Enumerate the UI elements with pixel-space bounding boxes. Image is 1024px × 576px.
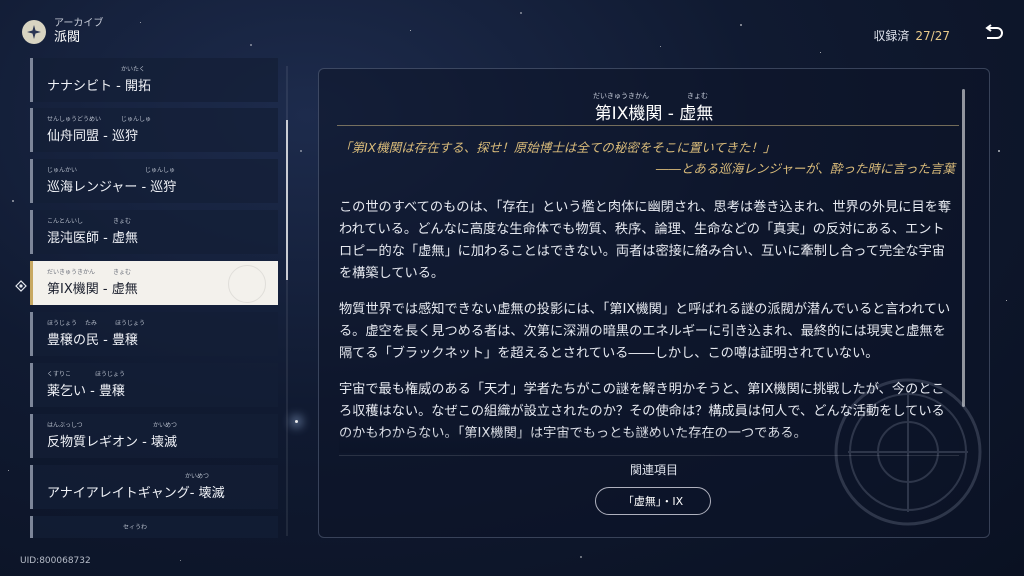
back-button[interactable] xyxy=(982,24,1004,44)
page-title: 派閥 xyxy=(54,30,81,45)
ruby-annotation: きょむ xyxy=(113,218,132,225)
list-item-label: 仙舟同盟 - 巡狩 xyxy=(47,129,138,144)
collected-count: 27/27 xyxy=(915,29,950,43)
list-item-label: 第IX機関 - 虚無 xyxy=(47,282,138,297)
list-item[interactable]: かいめつ アナイアレイトギャング- 壊滅 xyxy=(30,465,278,509)
detail-title: 第IX機関 - 虚無 xyxy=(594,104,714,124)
collected-label: 収録済 xyxy=(873,29,910,43)
breadcrumb: アーカイブ xyxy=(54,18,104,29)
related-item-button[interactable]: 「虚無」・IX xyxy=(595,487,711,515)
list-item[interactable]: せんしゅうどうめい じゅんしゅ 仙舟同盟 - 巡狩 xyxy=(30,108,278,152)
list-item-label: ナナシビト - 開拓 xyxy=(47,79,151,94)
list-item[interactable]: セィうわ xyxy=(30,516,278,538)
paragraph: 物質世界では感知できない虚無の投影には、「第IX機関」と呼ばれる謎の派閥が潜んで… xyxy=(339,302,951,361)
list-item-label: 巡海レンジャー - 巡狩 xyxy=(47,180,177,195)
ruby-annotation: だいきゅうきかん xyxy=(47,269,96,276)
ruby-annotation: じゅんかい xyxy=(47,167,78,174)
ruby-annotation: こんとんいし xyxy=(47,218,84,225)
ruby-annotation: かいたく xyxy=(121,66,146,73)
ruby-annotation: かいめつ xyxy=(185,473,210,480)
ruby-annotation: ほうじょう xyxy=(115,320,146,327)
list-item-label: 混沌医師 - 虚無 xyxy=(47,231,138,246)
list-item-label: 反物質レギオン - 壊滅 xyxy=(47,435,177,450)
ruby-annotation: じゅんしゅ xyxy=(145,167,176,174)
list-scrollbar-thumb[interactable] xyxy=(286,120,288,280)
list-item[interactable]: かいたく ナナシビト - 開拓 xyxy=(30,58,278,102)
list-item-label: 薬乞い - 豊穣 xyxy=(47,384,125,399)
list-item[interactable]: くすりこ ほうじょう 薬乞い - 豊穣 xyxy=(30,363,278,407)
list-item-label: アナイアレイトギャング- 壊滅 xyxy=(47,486,225,501)
list-item[interactable]: はんぶっしつ かいめつ 反物質レギオン - 壊滅 xyxy=(30,414,278,458)
selection-pointer-icon xyxy=(14,278,28,292)
list-item[interactable]: ほうじょう たみ ほうじょう 豊穣の民 - 豊穣 xyxy=(30,312,278,356)
faction-list: かいたく ナナシビト - 開拓 せんしゅうどうめい じゅんしゅ 仙舟同盟 - 巡… xyxy=(30,58,280,538)
list-item-selected[interactable]: だいきゅうきかん きょむ 第IX機関 - 虚無 xyxy=(30,261,278,305)
ruby-annotation: かいめつ xyxy=(153,422,178,429)
title-divider xyxy=(337,125,959,126)
paragraph: この世のすべてのものは、「存在」という檻と肉体に幽閉され、思考は巻き込まれ、世界… xyxy=(339,200,952,281)
list-item-label: 豊穣の民 - 豊穣 xyxy=(47,333,138,348)
faction-emblem-icon xyxy=(228,265,266,303)
list-item[interactable]: じゅんかい じゅんしゅ 巡海レンジャー - 巡狩 xyxy=(30,159,278,203)
ruby-annotation: たみ xyxy=(85,320,98,327)
epigraph-attribution: ――とある巡海レンジャーが、酔った時に言った言葉 xyxy=(655,161,955,176)
archive-compass-icon xyxy=(22,20,46,44)
ruby-annotation: セィうわ xyxy=(123,524,148,531)
detail-scrollbar[interactable] xyxy=(962,89,965,407)
ruby-annotation: せんしゅうどうめい xyxy=(47,116,102,123)
ruby-annotation: ほうじょう xyxy=(95,371,126,378)
faction-emblem-watermark-icon xyxy=(834,378,982,526)
collection-counter: 収録済 27/27 xyxy=(873,27,950,44)
list-item[interactable]: こんとんいし きょむ 混沌医師 - 虚無 xyxy=(30,210,278,254)
page-header: アーカイブ 派閥 xyxy=(22,18,103,46)
ruby-annotation: きょむ xyxy=(113,269,132,276)
ruby-annotation: くすりこ xyxy=(47,371,72,378)
user-id: UID:800068732 xyxy=(20,556,91,566)
return-arrow-icon xyxy=(985,24,1003,39)
ruby-annotation: はんぶっしつ xyxy=(47,422,83,429)
ruby-annotation: じゅんしゅ xyxy=(121,116,152,123)
epigraph-quote: 「第IX機関は存在する、探せ！原始博士は全ての秘密をそこに置いてきた！」 xyxy=(339,140,776,155)
ruby-annotation: ほうじょう xyxy=(47,320,78,327)
